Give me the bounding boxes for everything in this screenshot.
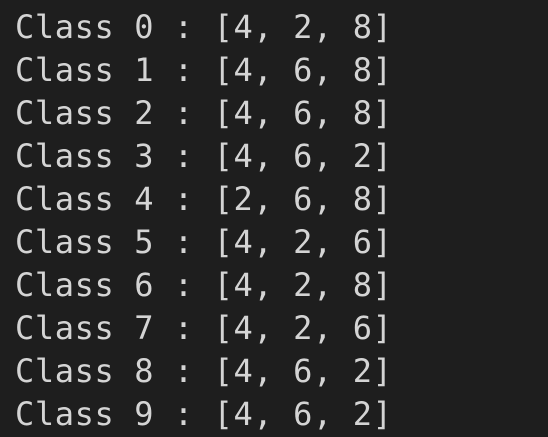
output-line-class-3: Class 3 : [4, 6, 2] (15, 137, 393, 175)
output-line-class-4: Class 4 : [2, 6, 8] (15, 180, 393, 218)
output-line-class-0: Class 0 : [4, 2, 8] (15, 8, 393, 46)
output-line-class-2: Class 2 : [4, 6, 8] (15, 94, 393, 132)
output-line-class-7: Class 7 : [4, 2, 6] (15, 309, 393, 347)
output-lines: Class 0 : [4, 2, 8] Class 1 : [4, 6, 8] … (15, 6, 392, 436)
terminal-output-panel: Class 0 : [4, 2, 8] Class 1 : [4, 6, 8] … (0, 0, 548, 437)
output-line-class-5: Class 5 : [4, 2, 6] (15, 223, 393, 261)
clipped-previous-line (330, 0, 400, 3)
output-line-class-1: Class 1 : [4, 6, 8] (15, 51, 393, 89)
output-line-class-6: Class 6 : [4, 2, 8] (15, 266, 393, 304)
output-line-class-8: Class 8 : [4, 6, 2] (15, 352, 393, 390)
output-line-class-9: Class 9 : [4, 6, 2] (15, 395, 393, 433)
